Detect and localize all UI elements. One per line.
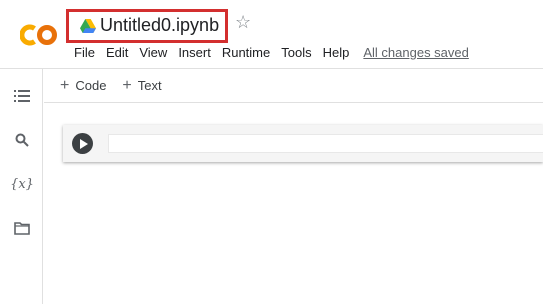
header: Untitled0.ipynb ☆ File Edit View Insert … [0,0,543,68]
code-cell[interactable] [63,125,543,162]
menu-insert[interactable]: Insert [178,45,211,63]
menu-bar: File Edit View Insert Runtime Tools Help… [74,45,480,63]
folder-icon[interactable] [11,217,33,239]
add-code-label: Code [75,78,107,93]
menu-file[interactable]: File [74,45,95,63]
menu-tools[interactable]: Tools [281,45,311,63]
menu-runtime[interactable]: Runtime [222,45,270,63]
add-text-button[interactable]: + Text [122,76,162,94]
plus-icon: + [60,76,70,94]
run-cell-button[interactable] [72,133,93,154]
notebook-title-highlight: Untitled0.ipynb [66,9,228,43]
search-icon[interactable] [11,129,33,151]
menu-edit[interactable]: Edit [106,45,128,63]
add-text-label: Text [137,78,162,93]
left-sidebar: {x} [0,69,43,304]
notebook-title[interactable]: Untitled0.ipynb [100,15,219,36]
plus-icon: + [122,76,132,94]
table-of-contents-icon[interactable] [11,85,33,107]
colab-logo[interactable] [20,22,60,48]
variables-icon[interactable]: {x} [10,173,34,195]
star-outline-icon[interactable]: ☆ [235,13,253,31]
menu-help[interactable]: Help [323,45,350,63]
menu-view[interactable]: View [139,45,167,63]
add-code-button[interactable]: + Code [60,76,107,94]
save-status-link[interactable]: All changes saved [363,45,469,63]
play-icon [79,138,88,149]
code-editor-input[interactable] [108,134,543,153]
google-drive-icon [80,19,96,33]
notebook-toolbar: + Code + Text [44,69,543,103]
